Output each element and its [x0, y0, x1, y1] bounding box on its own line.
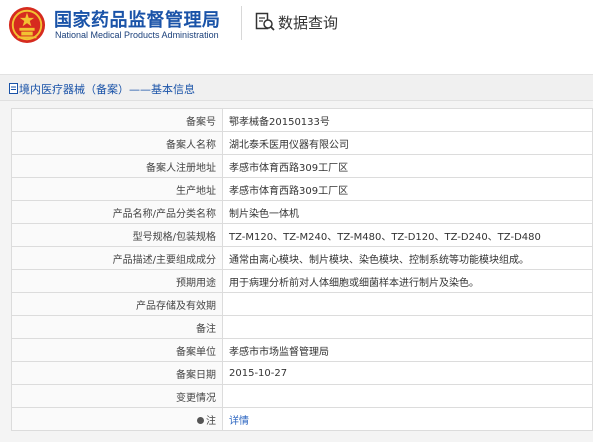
org-name-en: National Medical Products Administration	[55, 30, 219, 40]
table-row: 产品名称/产品分类名称 制片染色一体机	[11, 200, 593, 224]
table-row: 生产地址 孝感市体育西路309工厂区	[11, 177, 593, 201]
row-value: 通常由离心模块、制片模块、染色模块、控制系统等功能模块组成。	[222, 246, 593, 270]
device-info-table: 备案号 鄂孝械备20150133号 备案人名称 湖北泰禾医用仪器有限公司 备案人注册…	[11, 108, 593, 431]
bulb-icon	[197, 417, 204, 424]
row-value	[222, 292, 593, 316]
row-label: 备案人注册地址	[11, 154, 223, 178]
table-row: 注 详情	[11, 407, 593, 431]
header-divider	[241, 6, 242, 40]
row-value: 详情	[222, 407, 593, 431]
row-label: 产品描述/主要组成成分	[11, 246, 223, 270]
row-label: 备案日期	[11, 361, 223, 385]
row-label: 产品存储及有效期	[11, 292, 223, 316]
details-link[interactable]: 详情	[229, 416, 249, 427]
table-row: 备注	[11, 315, 593, 339]
table-row: 产品描述/主要组成成分 通常由离心模块、制片模块、染色模块、控制系统等功能模块组成…	[11, 246, 593, 270]
row-label: 变更情况	[11, 384, 223, 408]
panel-header: 境内医疗器械（备案）——基本信息	[0, 75, 593, 101]
row-label: 备案号	[11, 108, 223, 132]
org-name-cn: 国家药品监督管理局	[54, 10, 221, 31]
table-row: 备案人注册地址 孝感市体育西路309工厂区	[11, 154, 593, 178]
table-row: 产品存储及有效期	[11, 292, 593, 316]
row-value: 用于病理分析前对人体细胞或细菌样本进行制片及染色。	[222, 269, 593, 293]
row-label: 备注	[11, 315, 223, 339]
row-value	[222, 384, 593, 408]
site-header: 国家药品监督管理局 National Medical Products Admi…	[0, 0, 593, 48]
row-label: 生产地址	[11, 177, 223, 201]
document-icon	[9, 83, 18, 94]
page-heading: 数据查询	[278, 14, 339, 32]
row-value: TZ-M120、TZ-M240、TZ-M480、TZ-D120、TZ-D240、…	[222, 223, 593, 247]
row-label: 产品名称/产品分类名称	[11, 200, 223, 224]
table-row: 备案日期 2015-10-27	[11, 361, 593, 385]
table-row: 备案单位 孝感市市场监督管理局	[11, 338, 593, 362]
row-value: 孝感市体育西路309工厂区	[222, 154, 593, 178]
row-value: 孝感市体育西路309工厂区	[222, 177, 593, 201]
data-search-icon	[255, 12, 275, 31]
table-row: 备案号 鄂孝械备20150133号	[11, 108, 593, 132]
table-row: 变更情况	[11, 384, 593, 408]
row-label: 注	[11, 407, 223, 431]
header-spacer	[0, 48, 593, 74]
table-row: 备案人名称 湖北泰禾医用仪器有限公司	[11, 131, 593, 155]
row-label: 备案单位	[11, 338, 223, 362]
table-row: 预期用途 用于病理分析前对人体细胞或细菌样本进行制片及染色。	[11, 269, 593, 293]
panel-title: 境内医疗器械（备案）——基本信息	[19, 83, 195, 96]
row-label: 预期用途	[11, 269, 223, 293]
row-label: 备案人名称	[11, 131, 223, 155]
row-label: 型号规格/包装规格	[11, 223, 223, 247]
table-row: 型号规格/包装规格 TZ-M120、TZ-M240、TZ-M480、TZ-D120…	[11, 223, 593, 247]
row-value: 制片染色一体机	[222, 200, 593, 224]
row-value: 鄂孝械备20150133号	[222, 108, 593, 132]
row-value: 2015-10-27	[222, 361, 593, 385]
row-value: 湖北泰禾医用仪器有限公司	[222, 131, 593, 155]
row-value	[222, 315, 593, 339]
national-emblem-logo	[8, 6, 46, 44]
row-value: 孝感市市场监督管理局	[222, 338, 593, 362]
note-label: 注	[206, 415, 216, 427]
info-panel: 境内医疗器械（备案）——基本信息 备案号 鄂孝械备20150133号 备案人名称湖…	[0, 74, 593, 442]
